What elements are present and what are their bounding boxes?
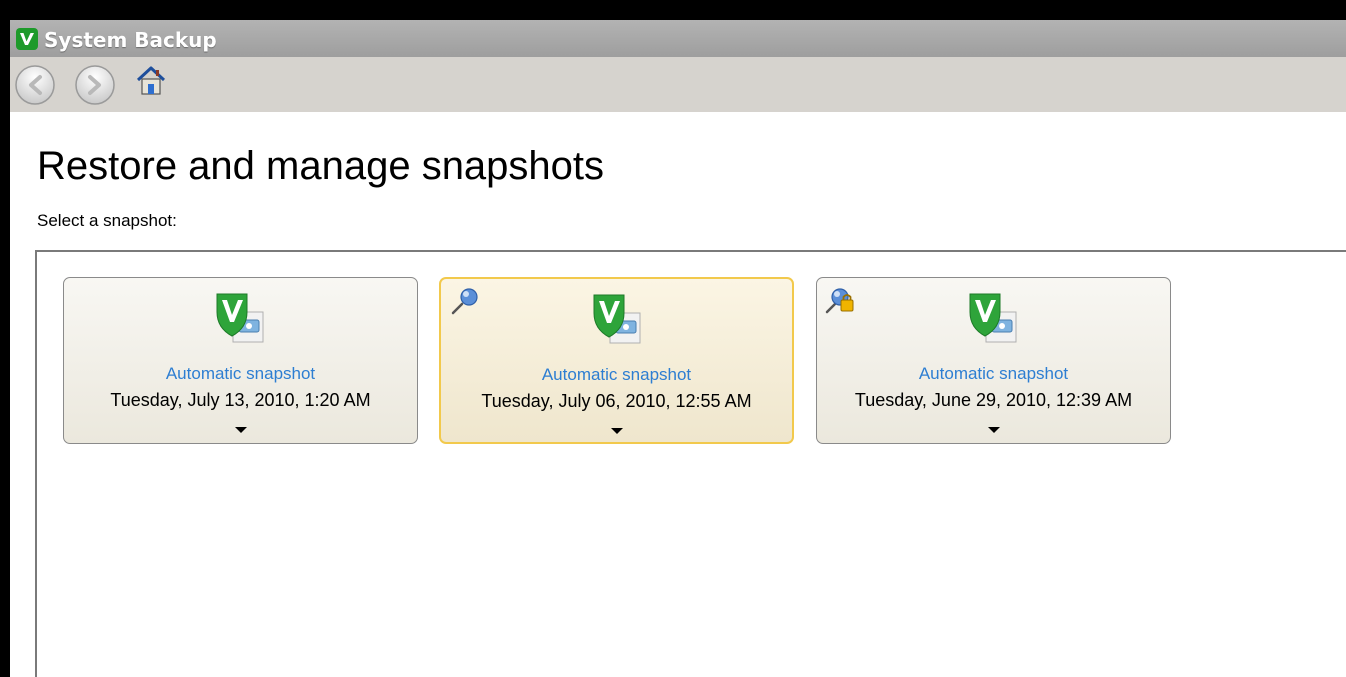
title-bar: System Backup [10,20,1346,57]
snapshot-date: Tuesday, June 29, 2010, 12:39 AM [854,390,1133,410]
home-button[interactable] [134,64,168,98]
window-title: System Backup [44,28,217,52]
page-title: Restore and manage snapshots [37,144,605,188]
snapshot-name: Automatic snapshot [541,365,692,384]
dropdown-arrow-icon[interactable] [610,428,623,434]
snapshot-date: Tuesday, July 06, 2010, 12:55 AM [481,391,752,411]
home-icon [136,66,166,95]
app-logo-icon [16,28,38,50]
dropdown-arrow-icon[interactable] [987,427,1000,433]
snapshot-shield-icon [593,294,641,344]
snapshot-shield-icon [216,293,264,343]
snapshot-name: Automatic snapshot [165,364,316,383]
navigation-bar [10,57,1346,112]
snapshot-card[interactable]: Automatic snapshot Tuesday, June 29, 201… [816,277,1171,444]
forward-button[interactable] [74,64,116,106]
snapshot-card[interactable]: Automatic snapshot Tuesday, July 13, 201… [63,277,418,444]
snapshot-card-selected[interactable]: Automatic snapshot Tuesday, July 06, 201… [439,277,794,444]
back-button[interactable] [14,64,56,106]
app-window: System Backup Restore and manage snapsho… [10,20,1346,677]
snapshot-date: Tuesday, July 13, 2010, 1:20 AM [110,390,371,410]
snapshot-list: Automatic snapshot Tuesday, July 13, 201… [35,250,1346,677]
dropdown-arrow-icon[interactable] [234,427,247,433]
select-snapshot-label: Select a snapshot: [37,211,177,230]
snapshot-name: Automatic snapshot [918,364,1069,383]
locked-pin-icon [825,288,854,314]
snapshot-shield-icon [969,293,1017,343]
pin-icon [451,288,478,315]
